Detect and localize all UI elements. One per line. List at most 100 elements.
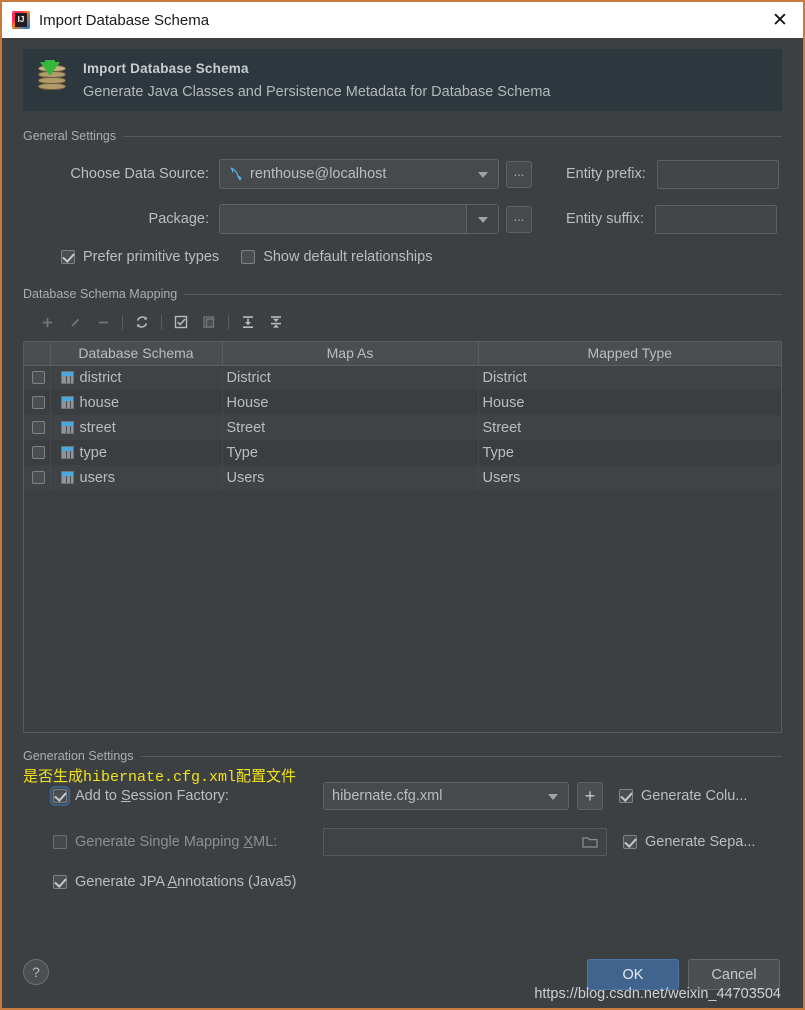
data-source-combo[interactable]: renthouse@localhost: [219, 159, 499, 189]
database-schema-mapping-group: Database Schema Mapping Database Schema …: [23, 287, 782, 733]
cell-mapped-type[interactable]: House: [478, 390, 781, 415]
toolbar-separator: [228, 314, 229, 330]
checkbox-box: [61, 250, 75, 264]
watermark-text: https://blog.csdn.net/weixin_44703504: [534, 986, 781, 1002]
row-checkbox[interactable]: [31, 396, 45, 410]
column-header-check[interactable]: [24, 342, 51, 366]
cell-database-schema[interactable]: house: [50, 390, 223, 415]
dialog-banner: Import Database Schema Generate Java Cla…: [23, 49, 782, 111]
table-icon: [60, 446, 74, 460]
table-row[interactable]: users Users Users: [24, 465, 781, 490]
row-checkbox[interactable]: [31, 421, 45, 435]
column-header-database-schema[interactable]: Database Schema: [50, 342, 223, 366]
session-factory-config-value: hibernate.cfg.xml: [332, 788, 443, 804]
cell-map-as[interactable]: Type: [222, 440, 479, 465]
refresh-icon[interactable]: [128, 309, 156, 335]
table-row[interactable]: type Type Type: [24, 440, 781, 465]
table-row[interactable]: house House House: [24, 390, 781, 415]
cell-mapped-type[interactable]: Street: [478, 415, 781, 440]
schema-name: district: [79, 369, 122, 386]
row-checkbox-cell[interactable]: [24, 465, 51, 490]
column-header-map-as[interactable]: Map As: [222, 342, 479, 366]
copy-icon[interactable]: [195, 309, 223, 335]
generation-settings-group: Generation Settings 是否生成hibernate.cfg.xm…: [23, 749, 782, 890]
data-source-browse-button[interactable]: ...: [506, 160, 532, 188]
row-checkbox-cell[interactable]: [24, 390, 51, 415]
prefer-primitive-types-checkbox[interactable]: Prefer primitive types: [61, 249, 219, 265]
checkbox-box: [53, 875, 67, 889]
divider: [184, 293, 782, 295]
cell-map-as[interactable]: House: [222, 390, 479, 415]
chevron-down-icon: [548, 794, 558, 800]
checkbox-box: [619, 789, 633, 803]
row-checkbox-cell[interactable]: [24, 365, 51, 390]
cell-database-schema[interactable]: type: [50, 440, 223, 465]
prefer-primitive-types-label: Prefer primitive types: [83, 249, 220, 265]
schema-table: Database Schema Map As Mapped Type distr…: [24, 342, 781, 490]
generate-columns-checkbox[interactable]: Generate Colu...: [619, 788, 747, 804]
edit-pencil-icon[interactable]: [61, 309, 89, 335]
import-database-schema-dialog: Import Database Schema ✕ Import Database…: [0, 0, 805, 1010]
divider: [140, 755, 782, 757]
mapping-group-title: Database Schema Mapping: [23, 287, 782, 301]
help-button[interactable]: ?: [23, 959, 49, 985]
window-title: Import Database Schema: [39, 11, 210, 29]
close-icon[interactable]: ✕: [765, 5, 795, 35]
row-checkbox[interactable]: [31, 471, 45, 485]
cell-map-as[interactable]: District: [222, 365, 479, 390]
checkbox-box: [50, 786, 70, 806]
expand-all-icon[interactable]: [234, 309, 262, 335]
cell-map-as[interactable]: Users: [222, 465, 479, 490]
remove-icon[interactable]: [89, 309, 117, 335]
checkbox-box: [241, 250, 256, 264]
divider: [123, 135, 782, 137]
table-header-row: Database Schema Map As Mapped Type: [24, 342, 781, 366]
schema-name: house: [79, 394, 120, 411]
package-combo[interactable]: [219, 204, 499, 234]
schema-name: street: [79, 419, 116, 436]
add-icon[interactable]: [33, 309, 61, 335]
table-icon: [60, 371, 74, 385]
entity-prefix-input[interactable]: [656, 159, 779, 189]
general-settings-title: General Settings: [23, 129, 782, 143]
cell-database-schema[interactable]: district: [50, 365, 223, 390]
cell-mapped-type[interactable]: Type: [478, 440, 781, 465]
cell-mapped-type[interactable]: Users: [478, 465, 781, 490]
row-checkbox-cell[interactable]: [24, 440, 51, 465]
show-default-relationships-checkbox[interactable]: Show default relationships: [241, 249, 432, 265]
cell-map-as[interactable]: Street: [222, 415, 479, 440]
toolbar-separator: [161, 314, 162, 330]
table-row[interactable]: street Street Street: [24, 415, 781, 440]
toolbar-separator: [122, 314, 123, 330]
table-icon: [60, 396, 74, 410]
add-config-file-button[interactable]: +: [577, 782, 603, 810]
package-label: Package:: [148, 211, 209, 227]
single-mapping-xml-path-input[interactable]: [323, 828, 607, 856]
package-browse-button[interactable]: ...: [506, 205, 532, 233]
cell-database-schema[interactable]: street: [50, 415, 223, 440]
table-row[interactable]: district District District: [24, 365, 781, 390]
schema-name: type: [79, 444, 107, 461]
data-source-value: renthouse@localhost: [250, 166, 387, 182]
generation-settings-title: Generation Settings: [23, 749, 782, 763]
generate-single-mapping-xml-checkbox[interactable]: Generate Single Mapping XML:: [53, 834, 323, 850]
add-to-session-factory-checkbox[interactable]: Add to Session Factory:: [50, 786, 323, 806]
row-checkbox[interactable]: [31, 446, 45, 460]
column-header-mapped-type[interactable]: Mapped Type: [478, 342, 781, 366]
schema-table-container[interactable]: Database Schema Map As Mapped Type distr…: [23, 341, 782, 733]
generate-columns-label: Generate Colu...: [641, 788, 748, 804]
generate-jpa-annotations-checkbox[interactable]: Generate JPA Annotations (Java5): [53, 874, 296, 890]
table-icon: [60, 471, 74, 485]
session-factory-config-combo[interactable]: hibernate.cfg.xml: [323, 782, 569, 810]
entity-suffix-input[interactable]: [654, 204, 777, 234]
generate-separate-label: Generate Sepa...: [645, 834, 756, 850]
titlebar: Import Database Schema ✕: [2, 0, 803, 38]
collapse-all-icon[interactable]: [262, 309, 290, 335]
row-checkbox-cell[interactable]: [24, 415, 51, 440]
cell-database-schema[interactable]: users: [50, 465, 223, 490]
generate-separate-checkbox[interactable]: Generate Sepa...: [623, 834, 755, 850]
cell-mapped-type[interactable]: District: [478, 365, 781, 390]
row-checkbox[interactable]: [31, 371, 45, 385]
select-all-icon[interactable]: [167, 309, 195, 335]
dialog-footer: ? OK Cancel https://blog.csdn.net/weixin…: [2, 950, 803, 1008]
